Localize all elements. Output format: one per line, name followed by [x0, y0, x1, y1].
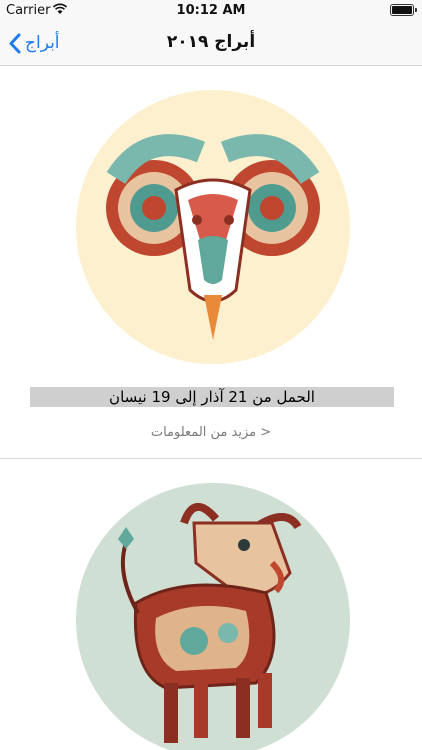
aries-ram-icon	[76, 90, 350, 364]
zodiac-list[interactable]: الحمل من 21 آذار إلى 19 نيسان مزيد من ال…	[0, 66, 422, 750]
status-bar: Carrier 10:12 AM	[0, 0, 422, 22]
more-info-link[interactable]: مزيد من المعلومات >	[0, 425, 422, 440]
sign-label-aries: الحمل من 21 آذار إلى 19 نيسان	[30, 387, 394, 407]
taurus-bull-icon	[76, 483, 350, 750]
page-title: أبراج ٢٠١٩	[166, 32, 256, 52]
clock: 10:12 AM	[176, 3, 246, 18]
battery-icon	[390, 4, 417, 16]
navigation-bar: أبراج أبراج ٢٠١٩	[0, 22, 422, 66]
zodiac-card-aries[interactable]: الحمل من 21 آذار إلى 19 نيسان مزيد من ال…	[0, 66, 422, 458]
zodiac-card-taurus[interactable]	[0, 459, 422, 750]
